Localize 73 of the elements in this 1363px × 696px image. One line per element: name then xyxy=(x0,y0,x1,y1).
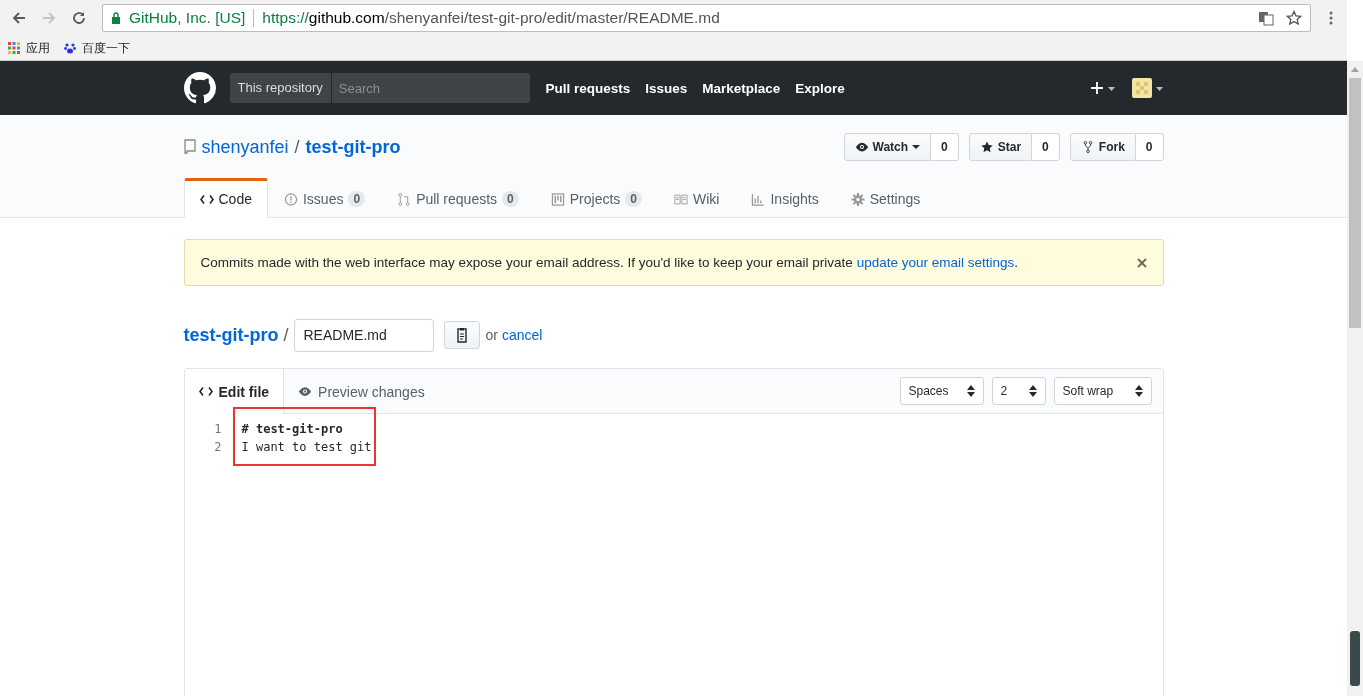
repo-action-button[interactable]: Star xyxy=(968,133,1033,161)
address-bar[interactable]: GitHub, Inc. [US] https://github.com/shenyanfei/test-git-pro/edit/master/README.md xyxy=(102,4,1311,32)
repo-tab[interactable]: Projects 0 xyxy=(534,178,658,218)
path-separator: / xyxy=(283,324,289,346)
up-down-icon xyxy=(1134,385,1143,397)
site-identity: GitHub, Inc. [US] xyxy=(129,9,246,27)
repo-icon xyxy=(183,139,196,155)
avatar-dropdown-icon[interactable] xyxy=(1131,78,1164,98)
translate-icon[interactable] xyxy=(1258,10,1274,26)
action-count[interactable]: 0 xyxy=(1135,133,1164,161)
editor-tab[interactable]: Edit file xyxy=(184,369,285,414)
star-icon xyxy=(979,141,994,153)
repo-action-button[interactable]: Fork xyxy=(1069,133,1136,161)
up-down-icon xyxy=(966,385,975,397)
eye-icon xyxy=(298,385,313,398)
code-line: # test-git-pro xyxy=(241,422,343,436)
cancel-link[interactable]: cancel xyxy=(501,327,543,343)
github-logo-icon[interactable] xyxy=(183,72,216,104)
project-board-icon xyxy=(550,192,565,206)
editor-select[interactable]: 2 xyxy=(991,377,1046,405)
bookmark[interactable]: 百度一下 xyxy=(64,39,130,57)
settings-icon xyxy=(850,192,865,206)
flash-message: Commits made with the web interface may expose your email address. If you'd like to keep your email private update your email settings. xyxy=(200,255,1019,270)
editor-select[interactable]: Spaces xyxy=(899,377,984,405)
plus-dropdown-icon[interactable] xyxy=(1089,81,1116,95)
code-icon xyxy=(199,192,214,206)
line-number: 1 xyxy=(213,422,223,436)
close-icon[interactable] xyxy=(1136,257,1147,268)
editor-tab[interactable]: Preview changes xyxy=(284,369,439,414)
or-label: or xyxy=(485,327,498,343)
repo-root-link[interactable]: test-git-pro xyxy=(183,324,279,346)
repo-tab[interactable]: Pull requests 0 xyxy=(381,178,535,218)
repo-owner-link[interactable]: shenyanfei xyxy=(201,136,289,158)
apps-grid-icon xyxy=(8,42,20,54)
tab-counter: 0 xyxy=(625,191,642,207)
repo-tab[interactable]: Wiki xyxy=(658,178,736,218)
header-nav-link[interactable]: Explore xyxy=(795,80,845,96)
header-nav-link[interactable]: Marketplace xyxy=(702,80,781,96)
editor-select[interactable]: Soft wrap xyxy=(1053,377,1152,405)
repo-action-button[interactable]: Watch xyxy=(843,133,932,161)
eye-icon xyxy=(854,141,869,153)
bar-graph-icon xyxy=(751,192,766,206)
caret-icon xyxy=(912,145,921,149)
repo-tab[interactable]: Insights xyxy=(735,178,835,218)
url-text: https://github.com/shenyanfei/test-git-pro/edit/master/README.md xyxy=(262,9,720,27)
paw-icon xyxy=(64,42,76,54)
repo-name-link[interactable]: test-git-pro xyxy=(305,136,401,158)
pull-request-icon xyxy=(397,192,412,206)
path-separator: / xyxy=(294,136,300,158)
filename-field[interactable]: README.md xyxy=(293,318,434,352)
search-field[interactable]: Search xyxy=(331,73,530,103)
bookmark[interactable]: 应用 xyxy=(8,39,50,57)
star-icon[interactable] xyxy=(1286,10,1302,26)
lock-icon xyxy=(111,12,121,24)
repo-tab[interactable]: Code xyxy=(183,178,268,218)
line-number: 2 xyxy=(213,440,223,454)
code-line: I want to test git xyxy=(241,440,372,454)
book-icon xyxy=(674,192,688,206)
tab-counter: 0 xyxy=(348,191,366,207)
clipboard-icon xyxy=(454,327,469,343)
repo-tab[interactable]: Issues 0 xyxy=(267,178,382,218)
issue-icon xyxy=(283,192,298,206)
header-nav-link[interactable]: Issues xyxy=(645,80,688,96)
action-count[interactable]: 0 xyxy=(1032,133,1060,161)
action-count[interactable]: 0 xyxy=(931,133,959,161)
search-scope: This repository xyxy=(229,73,332,103)
menu-icon[interactable] xyxy=(1329,10,1333,26)
header-nav-link[interactable]: Pull requests xyxy=(545,80,631,96)
code-icon xyxy=(198,385,213,398)
tab-counter: 0 xyxy=(502,191,519,207)
repo-tab[interactable]: Settings xyxy=(834,178,937,218)
clipboard-button[interactable] xyxy=(443,321,480,349)
up-down-icon xyxy=(1028,385,1037,397)
